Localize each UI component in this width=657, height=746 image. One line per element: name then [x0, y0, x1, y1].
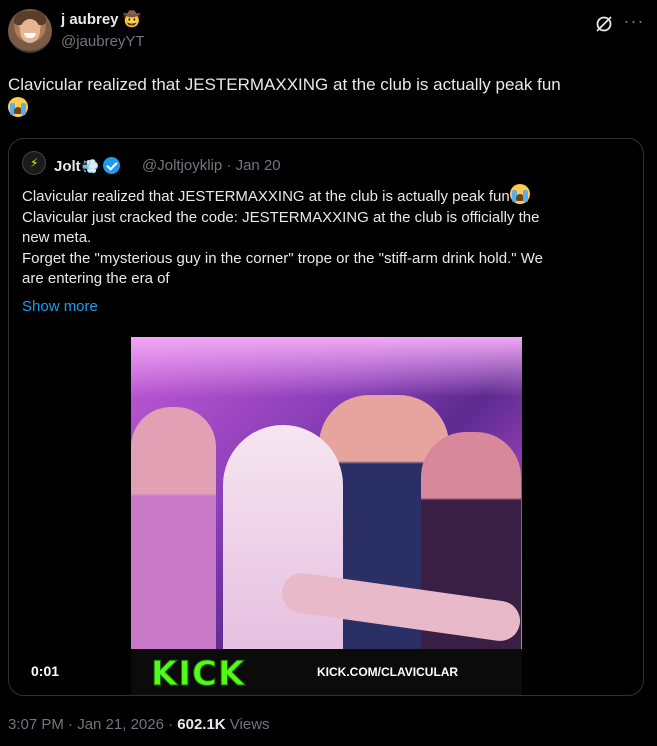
- quoted-text-line: are entering the era of: [22, 270, 170, 287]
- author-display-name[interactable]: j aubrey 🤠: [61, 10, 141, 28]
- club-lights: [131, 337, 522, 397]
- quoted-tweet-card[interactable]: ⚡ Jolt💨 @Joltjoyklip · Jan 20 Clavicular…: [8, 138, 644, 696]
- author-handle[interactable]: @jaubreyYT: [61, 33, 145, 50]
- views-label: Views: [225, 716, 270, 733]
- quoted-text-line: new meta.: [22, 229, 92, 246]
- tweet-text: Clavicular realized that JESTERMAXXING a…: [8, 73, 648, 121]
- tweet-header: j aubrey 🤠 @jaubreyYT ···: [0, 0, 657, 70]
- views-count: 602.1K: [177, 716, 226, 733]
- kick-watermark-bar: KICK KICK.COM/CLAVICULAR: [131, 649, 522, 695]
- quoted-tweet-text: Clavicular realized that JESTERMAXXING a…: [22, 184, 634, 290]
- video-timestamp: 0:01: [31, 663, 60, 679]
- more-icon[interactable]: ···: [622, 12, 646, 36]
- quoted-author-handle-date[interactable]: @Joltjoyklip · Jan 20: [142, 157, 281, 174]
- grok-icon[interactable]: [594, 14, 614, 34]
- dashing-away-emoji: 💨: [81, 158, 100, 174]
- video-player[interactable]: KICK KICK.COM/CLAVICULAR: [131, 337, 522, 695]
- quoted-author-name[interactable]: Jolt💨: [54, 157, 121, 175]
- quoted-text-line: Clavicular just cracked the code: JESTER…: [22, 208, 540, 226]
- cowboy-hat-emoji: 🤠: [122, 11, 142, 28]
- quoted-text-line: Forget the "mysterious guy in the corner…: [22, 249, 543, 267]
- tweet-body: Clavicular realized that JESTERMAXXING a…: [8, 75, 561, 94]
- loudly-crying-face-emoji: [509, 184, 530, 204]
- author-avatar[interactable]: [8, 9, 52, 53]
- show-more-link[interactable]: Show more: [22, 298, 98, 315]
- author-name-text[interactable]: j aubrey: [61, 11, 119, 28]
- quoted-author-name-text: Jolt: [54, 158, 81, 175]
- quoted-author-avatar[interactable]: ⚡: [22, 151, 46, 175]
- kick-logo: KICK: [150, 654, 246, 695]
- loudly-crying-face-emoji: [8, 97, 28, 117]
- tweet-footer: 3:07 PM · Jan 21, 2026 · 602.1K Views: [8, 716, 270, 733]
- quoted-text-line: Clavicular realized that JESTERMAXXING a…: [22, 184, 634, 208]
- verified-badge-icon: [103, 157, 121, 174]
- kick-url: KICK.COM/CLAVICULAR: [317, 665, 459, 679]
- tweet-time-date[interactable]: 3:07 PM · Jan 21, 2026 ·: [8, 716, 177, 733]
